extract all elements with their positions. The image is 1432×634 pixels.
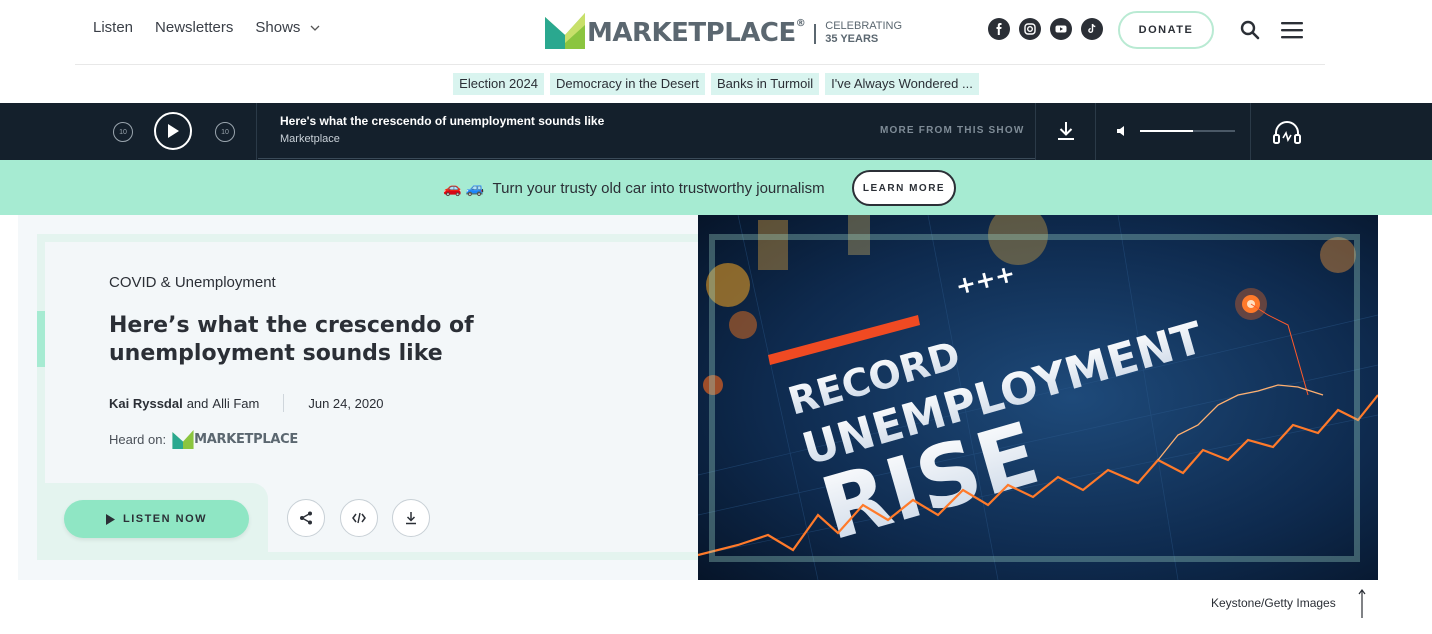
listen-now-label: LISTEN NOW (122, 513, 208, 525)
player-episode-title: Here's what the crescendo of unemploymen… (280, 114, 605, 128)
player-divider (1035, 103, 1036, 160)
volume-icon[interactable] (1117, 125, 1129, 137)
nav-shows-label: Shows (255, 19, 301, 36)
logo-divider (814, 24, 817, 44)
search-icon[interactable] (1240, 20, 1260, 40)
nav-shows[interactable]: Shows (255, 19, 320, 36)
facebook-icon[interactable] (988, 18, 1010, 40)
skip-forward-10-icon[interactable]: 10 (215, 122, 235, 142)
headphones-icon[interactable] (1273, 120, 1301, 144)
heard-on: Heard on: MARKETPLACE (109, 430, 298, 449)
learn-more-button[interactable]: LEARN MORE (852, 170, 956, 206)
audio-player-bar: 10 10 Here's what the crescendo of unemp… (0, 103, 1432, 160)
listen-now-button[interactable]: LISTEN NOW (64, 500, 249, 538)
youtube-icon[interactable] (1050, 18, 1072, 40)
more-from-this-show-link[interactable]: MORE FROM THIS SHOW (880, 125, 1024, 136)
play-icon (105, 513, 115, 525)
article-date: Jun 24, 2020 (308, 395, 384, 411)
skip-back-10-icon[interactable]: 10 (113, 122, 133, 142)
player-progress-track[interactable] (258, 158, 1035, 159)
article-headline: Here’s what the crescendo of unemploymen… (109, 313, 474, 366)
download-button[interactable] (392, 499, 430, 537)
car-emoji-icon: 🚗 🚙 (443, 180, 485, 197)
article-byline: Kai Ryssdal and Alli Fam Jun 24, 2020 (109, 394, 384, 412)
record-unemployment-rise-image: +++ RECORD UNEMPLOYMENT RISE (698, 215, 1378, 580)
topic-election-2024[interactable]: Election 2024 (453, 73, 544, 95)
share-button[interactable] (287, 499, 325, 537)
byline-and: and (186, 395, 209, 411)
promo-banner: 🚗 🚙 Turn your trusty old car into trustw… (0, 160, 1432, 215)
play-icon (168, 124, 179, 138)
promo-message: 🚗 🚙 Turn your trusty old car into trustw… (443, 179, 825, 198)
heard-on-label: Heard on: (109, 432, 167, 447)
donate-button[interactable]: DONATE (1118, 11, 1214, 49)
volume-slider-fill (1140, 130, 1194, 132)
topic-democracy-in-the-desert[interactable]: Democracy in the Desert (549, 73, 706, 95)
play-button[interactable] (154, 112, 192, 150)
volume-slider[interactable] (1140, 130, 1235, 132)
embed-button[interactable] (340, 499, 378, 537)
topic-banks-in-turmoil[interactable]: Banks in Turmoil (711, 73, 820, 95)
article-category[interactable]: COVID & Unemployment (109, 274, 276, 291)
heard-on-show-logo[interactable]: MARKETPLACE (172, 430, 298, 449)
nav-listen[interactable]: Listen (93, 19, 133, 36)
image-credit: Keystone/Getty Images (1211, 596, 1336, 610)
player-divider (1095, 103, 1096, 160)
logo-wordmark: MARKETPLACE® (587, 18, 806, 48)
player-show-name: Marketplace (280, 133, 340, 145)
author-link[interactable]: Alli Fam (212, 396, 259, 411)
celebrating-badge: CELEBRATING 35 YEARS (825, 20, 903, 45)
chevron-down-icon (310, 25, 320, 31)
arrow-up-icon[interactable] (1357, 588, 1367, 618)
byline-divider (283, 394, 285, 412)
tiktok-icon[interactable] (1081, 18, 1103, 40)
hamburger-menu-icon[interactable] (1281, 21, 1303, 39)
header-divider (75, 64, 1325, 65)
social-links (988, 18, 1103, 40)
primary-nav: Listen Newsletters Shows (93, 19, 320, 36)
player-divider (256, 103, 257, 160)
article-hero-image: +++ RECORD UNEMPLOYMENT RISE (698, 215, 1378, 580)
marketplace-logo-icon (172, 430, 194, 449)
instagram-icon[interactable] (1019, 18, 1041, 40)
topic-ive-always-wondered[interactable]: I've Always Wondered ... (825, 73, 979, 95)
card-accent-bar (37, 311, 45, 367)
promo-text: Turn your trusty old car into trustworth… (492, 179, 825, 197)
marketplace-logo-icon (545, 13, 585, 49)
download-icon (406, 512, 416, 525)
code-embed-icon (352, 512, 366, 524)
share-icon (300, 511, 312, 525)
author-link[interactable]: Kai Ryssdal (109, 396, 183, 411)
site-header: Listen Newsletters Shows MARKETPLACE® CE… (0, 0, 1432, 64)
site-logo[interactable]: MARKETPLACE® CELEBRATING 35 YEARS (545, 13, 902, 49)
download-icon[interactable] (1057, 121, 1075, 141)
nav-newsletters[interactable]: Newsletters (155, 19, 233, 36)
trending-topics: Election 2024 Democracy in the Desert Ba… (0, 73, 1432, 95)
player-divider (1250, 103, 1251, 160)
